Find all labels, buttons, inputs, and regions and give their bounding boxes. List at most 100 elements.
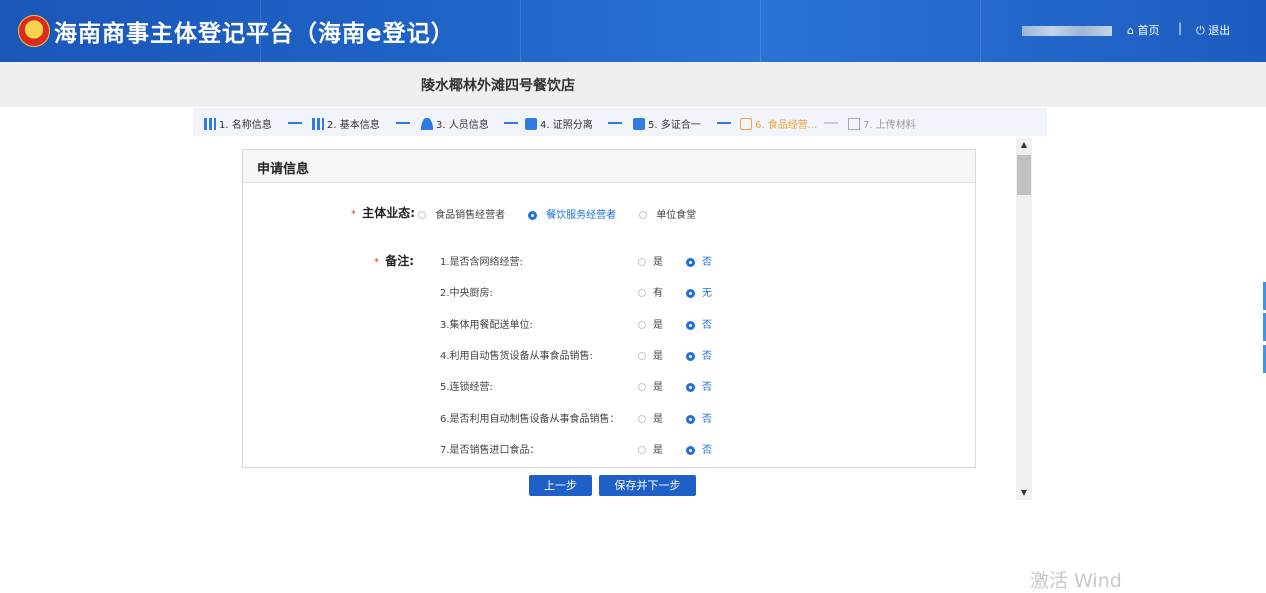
radio-option[interactable]: 否 <box>686 253 712 268</box>
radio-option[interactable]: 否 <box>686 378 712 393</box>
panel-title: 申请信息 <box>257 162 310 177</box>
previous-step-button[interactable]: 上一步 <box>529 475 592 496</box>
required-mark: * <box>374 257 379 268</box>
radio-label: 有 <box>653 288 663 299</box>
radio-button-selected[interactable] <box>686 320 695 330</box>
radio-option[interactable]: 有 <box>638 284 663 299</box>
radio-button[interactable] <box>638 383 646 391</box>
step-connector <box>717 122 731 124</box>
remark-question: 3.集体用餐配送单位: <box>440 320 533 331</box>
radio-option[interactable]: 否 <box>686 410 712 425</box>
radio-option[interactable]: 是 <box>638 253 663 268</box>
radio-label: 单位食堂 <box>656 210 697 221</box>
home-label: 首页 <box>1137 24 1160 37</box>
radio-button-selected[interactable] <box>686 257 695 267</box>
radio-label: 否 <box>702 257 712 268</box>
scroll-down-arrow-icon[interactable]: ▼ <box>1016 488 1032 497</box>
radio-option[interactable]: 无 <box>686 284 712 299</box>
radio-button[interactable] <box>638 446 646 454</box>
radio-label: 是 <box>653 257 663 268</box>
vertical-scrollbar[interactable]: ▲ ▼ <box>1016 138 1032 500</box>
step-connector <box>824 122 838 124</box>
radio-label: 是 <box>653 351 663 362</box>
radio-label: 是 <box>653 382 663 393</box>
remark-question: 7.是否销售进口食品： <box>440 445 540 456</box>
step-multi-certificate[interactable]: 5. 多证合一 <box>633 116 701 131</box>
scrollbar-thumb[interactable] <box>1017 155 1031 195</box>
radio-button-selected[interactable] <box>528 210 537 220</box>
step-connector <box>504 122 518 124</box>
radio-option[interactable]: 否 <box>686 347 712 362</box>
company-name: 陵水椰林外滩四号餐饮店 <box>421 78 575 94</box>
radio-button[interactable] <box>418 211 426 219</box>
radio-option[interactable]: 单位食堂 <box>639 206 696 221</box>
radio-label: 否 <box>702 414 712 425</box>
step-name-info[interactable]: 1. 名称信息 <box>204 116 272 131</box>
id-card-icon <box>633 117 645 130</box>
step-label: 3. 人员信息 <box>436 120 489 131</box>
scroll-up-arrow-icon[interactable]: ▲ <box>1016 140 1032 149</box>
step-basic-info[interactable]: 2. 基本信息 <box>312 116 380 131</box>
radio-option[interactable]: 是 <box>638 410 663 425</box>
radio-option[interactable]: 是 <box>638 316 663 331</box>
exit-label: 退出 <box>1208 24 1231 37</box>
radio-label: 否 <box>702 445 712 456</box>
radio-label: 否 <box>702 351 712 362</box>
radio-button[interactable] <box>638 289 646 297</box>
radio-button-selected[interactable] <box>686 382 695 392</box>
remark-question: 1.是否含网络经营: <box>440 257 523 268</box>
radio-option[interactable]: 食品销售经营者 <box>418 206 505 221</box>
windows-activation-watermark: 激活 Wind <box>1030 570 1122 592</box>
step-label: 1. 名称信息 <box>219 120 272 131</box>
radio-label: 是 <box>653 414 663 425</box>
save-and-next-button[interactable]: 保存并下一步 <box>599 475 696 496</box>
upload-icon <box>848 117 860 130</box>
home-link[interactable]: ⌂ 首页 <box>1127 22 1159 38</box>
food-icon <box>740 117 752 130</box>
exit-link[interactable]: ⏻ 退出 <box>1196 22 1230 38</box>
step-license-separation[interactable]: 4. 证照分离 <box>525 116 593 131</box>
nav-separator: | <box>1178 21 1183 35</box>
radio-button-selected[interactable] <box>686 445 695 455</box>
radio-option[interactable]: 是 <box>638 441 663 456</box>
radio-label: 无 <box>702 288 712 299</box>
step-label: 2. 基本信息 <box>327 120 380 131</box>
radio-button[interactable] <box>638 258 646 266</box>
top-header: 海南商事主体登记平台（海南e登记） ⌂ 首页 | ⏻ 退出 <box>0 0 1266 62</box>
national-emblem-icon <box>18 15 50 47</box>
step-food-business[interactable]: 6. 食品经营... <box>740 116 817 131</box>
radio-label: 食品销售经营者 <box>435 210 506 221</box>
radio-label: 是 <box>653 320 663 331</box>
radio-button[interactable] <box>638 321 646 329</box>
step-personnel-info[interactable]: 3. 人员信息 <box>421 116 489 131</box>
step-label: 4. 证照分离 <box>540 120 593 131</box>
radio-button-selected[interactable] <box>686 351 695 361</box>
home-icon: ⌂ <box>1127 24 1134 37</box>
step-label: 6. 食品经营... <box>755 120 818 131</box>
remark-question: 5.连锁经营: <box>440 382 493 393</box>
step-connector <box>288 122 302 124</box>
radio-option[interactable]: 否 <box>686 316 712 331</box>
radio-label: 是 <box>653 445 663 456</box>
radio-label: 否 <box>702 382 712 393</box>
radio-button[interactable] <box>639 211 647 219</box>
remark-question: 6.是否利用自动制售设备从事食品销售： <box>440 414 620 425</box>
radio-option[interactable]: 是 <box>638 378 663 393</box>
radio-button-selected[interactable] <box>686 414 695 424</box>
radio-button[interactable] <box>638 415 646 423</box>
radio-option[interactable]: 是 <box>638 347 663 362</box>
remarks-label: 备注: <box>385 254 414 268</box>
step-upload-materials[interactable]: 7. 上传材料 <box>848 116 916 131</box>
radio-button[interactable] <box>638 352 646 360</box>
radio-option[interactable]: 否 <box>686 441 712 456</box>
business-type-field: * 主体业态: <box>351 204 415 221</box>
required-mark: * <box>351 209 356 220</box>
step-label: 5. 多证合一 <box>648 120 701 131</box>
card-icon <box>525 117 537 130</box>
business-type-label: 主体业态: <box>362 206 415 220</box>
remark-question: 4.利用自动售货设备从事食品销售: <box>440 351 593 362</box>
radio-option[interactable]: 餐饮服务经营者 <box>528 206 616 221</box>
radio-button-selected[interactable] <box>686 288 695 298</box>
header-decoration <box>760 0 761 62</box>
remark-question: 2.中央厨房: <box>440 288 493 299</box>
